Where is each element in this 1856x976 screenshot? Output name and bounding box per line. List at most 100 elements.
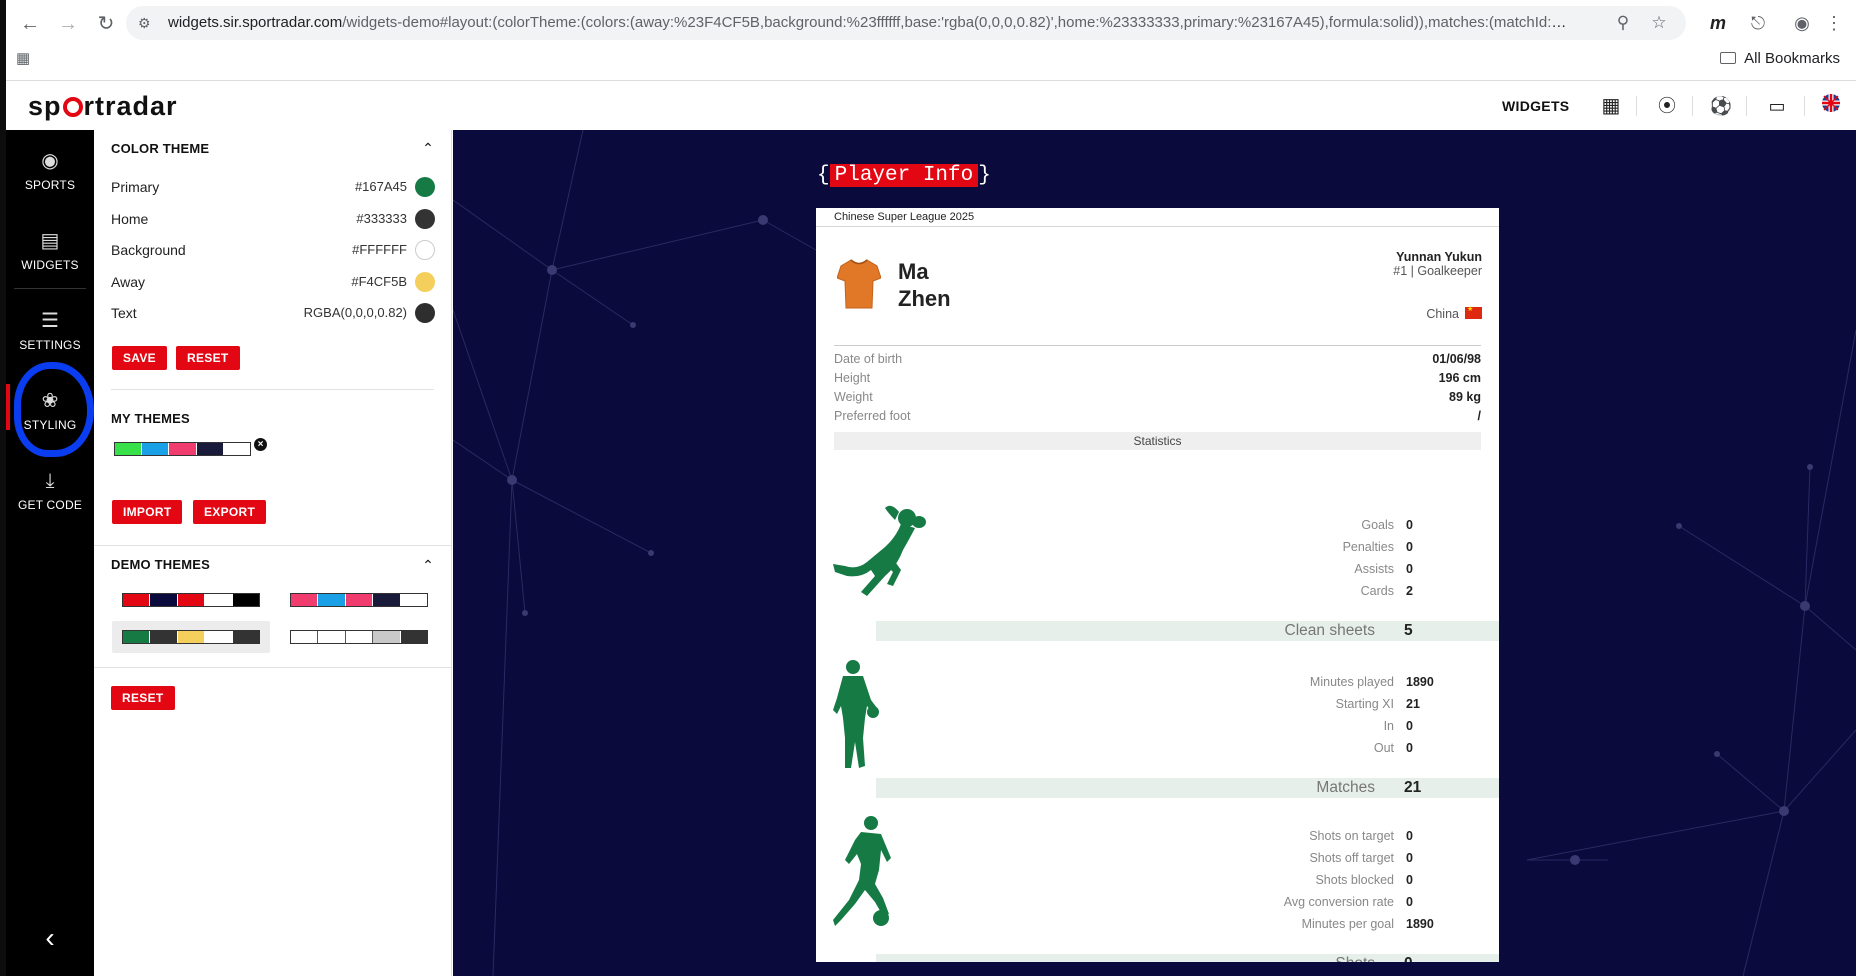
- info-label: Height: [834, 371, 871, 385]
- stat-value: 2: [1406, 584, 1413, 598]
- stat-value: 0: [1406, 895, 1413, 909]
- live-broadcast-icon[interactable]: ⦿: [1654, 94, 1680, 118]
- header-divider: [1804, 96, 1805, 116]
- color-theme-title: COLOR THEME: [111, 141, 210, 156]
- color-swatch-dot[interactable]: [415, 240, 435, 260]
- language-flag-uk-icon[interactable]: [1818, 94, 1844, 118]
- player-kicking-icon: [833, 816, 891, 926]
- stat-value: 0: [1406, 851, 1413, 865]
- color-row-home[interactable]: Home #333333: [111, 208, 435, 230]
- url-text[interactable]: widgets.sir.sportradar.com/widgets-demo#…: [168, 14, 1568, 32]
- forward-icon[interactable]: →: [54, 10, 82, 38]
- sportradar-logo[interactable]: sp rtradar: [28, 92, 178, 120]
- color-row-background[interactable]: Background #FFFFFF: [111, 239, 435, 261]
- widget-preview-area: {Player Info} Chinese Super League 2025 …: [453, 130, 1856, 976]
- widgets-grid-icon[interactable]: ▦: [1598, 94, 1624, 118]
- rail-item-settings[interactable]: ☰ SETTINGS: [6, 300, 94, 370]
- user-annotation-circle: [14, 362, 94, 457]
- stat-value: 1890: [1406, 675, 1434, 689]
- stat-label: Shots off target: [1309, 851, 1394, 865]
- profile-icon[interactable]: ◉: [1788, 10, 1816, 36]
- save-button[interactable]: SAVE: [112, 346, 167, 370]
- stat-row-minutes-per-goal: Minutes per goal 1890: [1116, 914, 1476, 934]
- color-label: Background: [111, 242, 186, 258]
- address-bar[interactable]: ⚙ widgets.sir.sportradar.com/widgets-dem…: [126, 6, 1686, 40]
- reload-icon[interactable]: ↻: [92, 10, 120, 38]
- stat-label: Minutes per goal: [1301, 917, 1394, 931]
- stat-row-assists: Assists 0: [1116, 559, 1476, 579]
- info-value: 01/06/98: [1432, 352, 1481, 366]
- reset-button[interactable]: RESET: [176, 346, 240, 370]
- delete-theme-icon[interactable]: ×: [254, 438, 267, 451]
- demo-theme-swatch[interactable]: [290, 593, 428, 607]
- color-value: #167A45: [354, 179, 407, 194]
- stat-label: Penalties: [1342, 540, 1394, 554]
- demo-theme-swatch[interactable]: [290, 630, 428, 644]
- demo-theme-swatch[interactable]: [122, 593, 260, 607]
- star-icon[interactable]: ☆: [1648, 13, 1670, 33]
- devices-icon[interactable]: ▭: [1764, 94, 1790, 118]
- panel-divider: [111, 389, 434, 390]
- stat-value: 21: [1406, 697, 1420, 711]
- color-row-primary[interactable]: Primary #167A45: [111, 176, 435, 198]
- widgets-menu-link[interactable]: WIDGETS: [1502, 98, 1569, 114]
- stat-label: Starting XI: [1335, 697, 1394, 711]
- summary-value: 21: [1404, 779, 1422, 796]
- site-info-icon[interactable]: ⚙: [138, 14, 156, 32]
- color-row-away[interactable]: Away #F4CF5B: [111, 271, 435, 293]
- panel-divider: [94, 667, 451, 668]
- back-icon[interactable]: ←: [16, 10, 44, 38]
- stat-row-minutes-played: Minutes played 1890: [1116, 672, 1476, 692]
- rail-item-widgets[interactable]: ▤ WIDGETS: [6, 220, 94, 290]
- sliders-icon: ☰: [41, 310, 59, 332]
- color-row-text[interactable]: Text RGBA(0,0,0,0.82): [111, 302, 435, 324]
- widget-title-tag: {Player Info}: [817, 164, 991, 187]
- soccer-ball-icon[interactable]: ⚽: [1708, 94, 1734, 118]
- league-name: Chinese Super League 2025: [816, 208, 1499, 227]
- import-button[interactable]: IMPORT: [112, 500, 183, 524]
- chevron-up-icon[interactable]: ⌃: [419, 141, 437, 155]
- color-swatch-dot[interactable]: [415, 177, 435, 197]
- color-swatch-dot[interactable]: [415, 272, 435, 292]
- rail-label: SETTINGS: [19, 338, 81, 352]
- summary-label: Shots: [1335, 954, 1375, 962]
- player-team[interactable]: Yunnan Yukun: [1396, 250, 1482, 264]
- extension-m-icon[interactable]: m: [1704, 10, 1732, 36]
- color-value: #F4CF5B: [351, 274, 407, 289]
- stat-value: 0: [1406, 829, 1413, 843]
- all-bookmarks[interactable]: All Bookmarks: [1720, 49, 1840, 69]
- layout-icon: ▤: [40, 230, 60, 252]
- rail-item-get-code[interactable]: ⤓ GET CODE: [6, 460, 94, 530]
- stat-label: Out: [1373, 741, 1394, 755]
- rail-item-sports[interactable]: ◉ SPORTS: [6, 140, 94, 210]
- color-value: #FFFFFF: [352, 242, 407, 257]
- stat-label: In: [1383, 719, 1394, 733]
- extensions-puzzle-icon[interactable]: ⎋: [1744, 10, 1772, 36]
- color-swatch-dot[interactable]: [415, 209, 435, 229]
- export-button[interactable]: EXPORT: [193, 500, 267, 524]
- demo-reset-button[interactable]: RESET: [111, 686, 175, 710]
- bookmarks-label: All Bookmarks: [1744, 50, 1840, 67]
- stat-value: 1890: [1406, 917, 1434, 931]
- collapse-chevron-icon[interactable]: ‹: [36, 924, 64, 952]
- demo-theme-swatch-selected[interactable]: [122, 630, 260, 644]
- color-swatch-dot[interactable]: [415, 303, 435, 323]
- my-themes-title: MY THEMES: [111, 411, 190, 426]
- info-label: Date of birth: [834, 352, 903, 366]
- my-theme-swatch[interactable]: [114, 442, 251, 456]
- info-row-height: Height 196 cm: [834, 369, 1481, 387]
- stat-value: 0: [1406, 873, 1413, 887]
- info-row-dob: Date of birth 01/06/98: [834, 350, 1481, 368]
- summary-value: 5: [1404, 622, 1413, 639]
- chevron-up-icon[interactable]: ⌃: [419, 558, 437, 572]
- stat-row-shots-blocked: Shots blocked 0: [1116, 870, 1476, 890]
- menu-dots-icon[interactable]: ⋮: [1820, 10, 1848, 36]
- apps-grid-icon[interactable]: ▦: [16, 50, 34, 68]
- stat-value: 0: [1406, 562, 1413, 576]
- soccer-ball-icon: ◉: [41, 150, 59, 172]
- rail-label: GET CODE: [17, 498, 83, 512]
- goalkeeper-diving-icon: [833, 505, 926, 596]
- stat-row-starting-xi: Starting XI 21: [1116, 694, 1476, 714]
- zoom-icon[interactable]: ⚲: [1612, 13, 1634, 33]
- rail-label: WIDGETS: [21, 258, 79, 272]
